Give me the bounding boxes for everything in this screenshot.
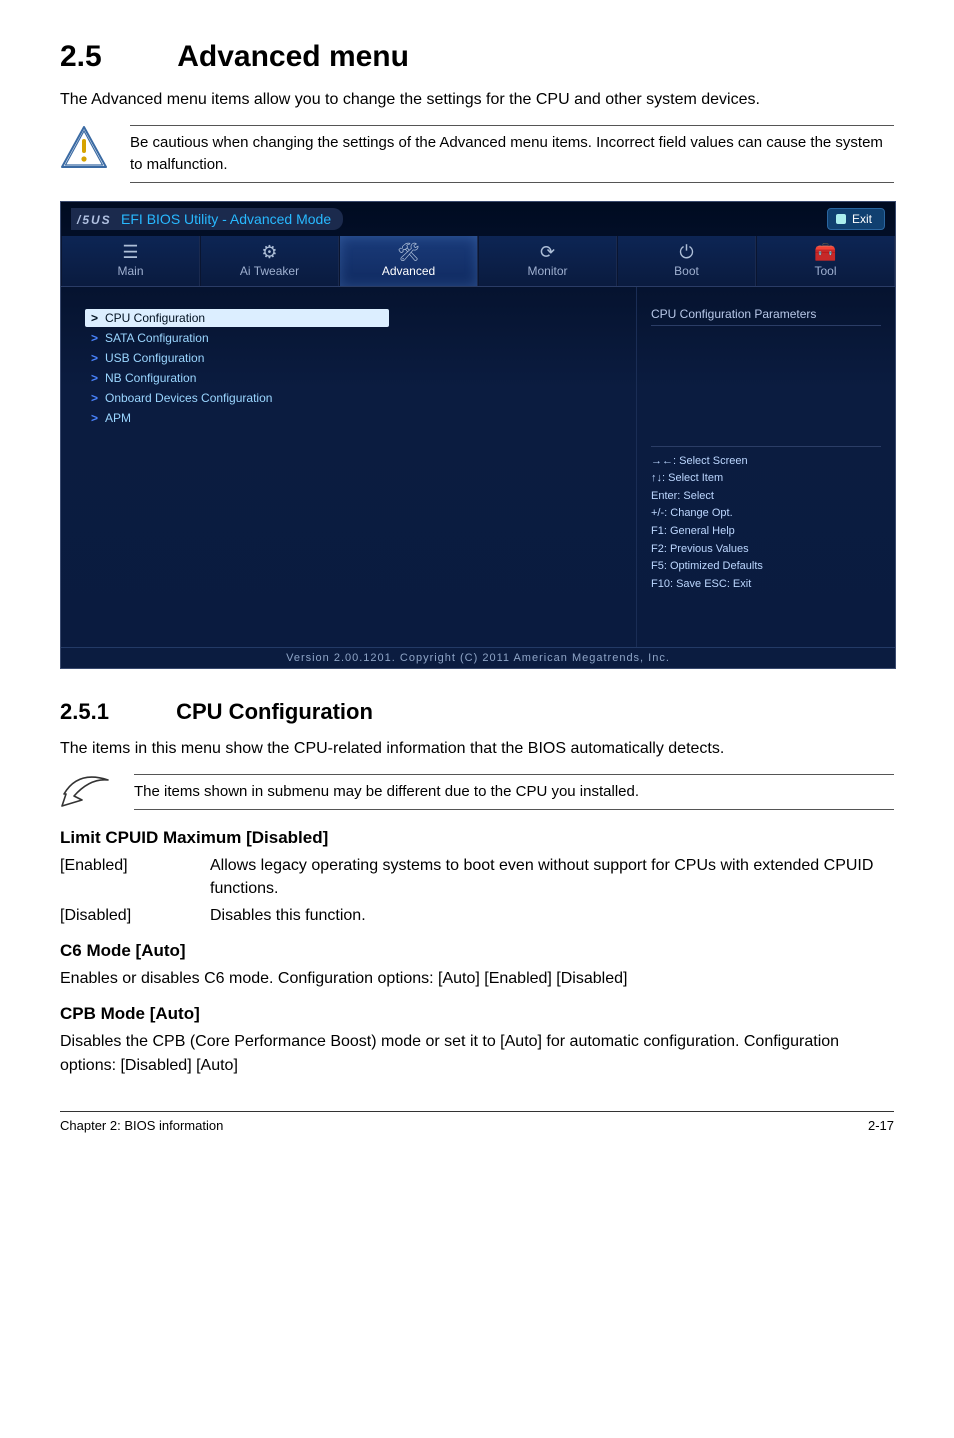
- main-icon: ☰: [62, 242, 199, 264]
- footer-right: 2-17: [868, 1118, 894, 1133]
- exit-button[interactable]: Exit: [827, 208, 885, 230]
- menu-cpu-configuration[interactable]: > CPU Configuration: [85, 309, 389, 327]
- warning-text: Be cautious when changing the settings o…: [130, 125, 894, 183]
- bios-body: > CPU Configuration > SATA Configuration…: [61, 287, 895, 647]
- exit-icon: [836, 214, 846, 224]
- option-heading-c6: C6 Mode [Auto]: [60, 941, 894, 961]
- help-line: ↑↓: Select Item: [651, 470, 881, 488]
- tab-label: Main: [62, 264, 199, 278]
- option-heading-limit-cpuid: Limit CPUID Maximum [Disabled]: [60, 828, 894, 848]
- option-text: Disables the CPB (Core Performance Boost…: [60, 1030, 894, 1076]
- document-page: 2.5 Advanced menu The Advanced menu item…: [0, 0, 954, 1438]
- bios-title-text: EFI BIOS Utility - Advanced Mode: [121, 211, 331, 227]
- bios-footer: Version 2.00.1201. Copyright (C) 2011 Am…: [61, 647, 895, 668]
- bios-help-panel: CPU Configuration Parameters →←: Select …: [636, 287, 895, 647]
- tab-label: Monitor: [479, 264, 616, 278]
- subsection-number: 2.5.1: [60, 699, 170, 725]
- bios-menu: > CPU Configuration > SATA Configuration…: [61, 287, 636, 647]
- help-title: CPU Configuration Parameters: [651, 307, 881, 326]
- bios-tabs: ☰ Main ⚙ Ai Tweaker 🛠 Advanced ⟳ Monitor…: [61, 236, 895, 287]
- tab-boot[interactable]: ⏻ Boot: [617, 236, 756, 286]
- bios-title: /5US EFI BIOS Utility - Advanced Mode: [71, 208, 343, 230]
- section-heading: 2.5 Advanced menu: [60, 40, 894, 74]
- bios-titlebar: /5US EFI BIOS Utility - Advanced Mode Ex…: [61, 202, 895, 236]
- help-line: F10: Save ESC: Exit: [651, 576, 881, 594]
- tab-tool[interactable]: 🧰 Tool: [756, 236, 895, 286]
- option-value: Allows legacy operating systems to boot …: [210, 854, 894, 900]
- option-row: [Disabled] Disables this function.: [60, 904, 894, 927]
- menu-usb-configuration[interactable]: > USB Configuration: [85, 349, 616, 367]
- tab-label: Ai Tweaker: [201, 264, 338, 278]
- note-icon: [60, 774, 112, 808]
- page-footer: Chapter 2: BIOS information 2-17: [60, 1111, 894, 1133]
- warning-callout: Be cautious when changing the settings o…: [60, 125, 894, 183]
- chevron-right-icon: >: [91, 331, 105, 345]
- menu-label: APM: [105, 411, 131, 425]
- option-key: [Disabled]: [60, 904, 210, 927]
- monitor-icon: ⟳: [479, 242, 616, 264]
- help-line: →←: Select Screen: [651, 453, 881, 471]
- bios-window: /5US EFI BIOS Utility - Advanced Mode Ex…: [60, 201, 896, 669]
- menu-label: USB Configuration: [105, 351, 204, 365]
- option-heading-cpb: CPB Mode [Auto]: [60, 1004, 894, 1024]
- tab-advanced[interactable]: 🛠 Advanced: [339, 236, 478, 286]
- menu-sata-configuration[interactable]: > SATA Configuration: [85, 329, 616, 347]
- section-number: 2.5: [60, 40, 170, 74]
- gear-icon: ⚙: [201, 242, 338, 264]
- option-key: [Enabled]: [60, 854, 210, 900]
- brand-logo: /5US: [77, 213, 112, 227]
- tab-monitor[interactable]: ⟳ Monitor: [478, 236, 617, 286]
- help-line: Enter: Select: [651, 488, 881, 506]
- menu-apm[interactable]: > APM: [85, 409, 616, 427]
- help-line: F1: General Help: [651, 523, 881, 541]
- subsection-title: CPU Configuration: [176, 699, 373, 724]
- menu-label: NB Configuration: [105, 371, 196, 385]
- note-text: The items shown in submenu may be differ…: [134, 774, 894, 810]
- tab-ai-tweaker[interactable]: ⚙ Ai Tweaker: [200, 236, 339, 286]
- help-line: F2: Previous Values: [651, 541, 881, 559]
- tab-main[interactable]: ☰ Main: [61, 236, 200, 286]
- menu-label: Onboard Devices Configuration: [105, 391, 272, 405]
- subsection-intro: The items in this menu show the CPU-rela…: [60, 737, 894, 760]
- power-icon: ⏻: [618, 242, 755, 264]
- chevron-right-icon: >: [91, 351, 105, 365]
- chevron-right-icon: >: [91, 391, 105, 405]
- tool-icon: 🛠: [340, 242, 477, 264]
- footer-left: Chapter 2: BIOS information: [60, 1118, 223, 1133]
- intro-text: The Advanced menu items allow you to cha…: [60, 88, 894, 111]
- tab-label: Advanced: [340, 264, 477, 278]
- menu-label: SATA Configuration: [105, 331, 209, 345]
- menu-label: CPU Configuration: [105, 311, 205, 325]
- subsection-heading: 2.5.1 CPU Configuration: [60, 699, 894, 725]
- chevron-right-icon: >: [91, 311, 105, 325]
- chevron-right-icon: >: [91, 371, 105, 385]
- option-row: [Enabled] Allows legacy operating system…: [60, 854, 894, 900]
- exit-label: Exit: [852, 212, 872, 226]
- option-value: Disables this function.: [210, 904, 894, 927]
- help-line: +/-: Change Opt.: [651, 505, 881, 523]
- menu-nb-configuration[interactable]: > NB Configuration: [85, 369, 616, 387]
- note-callout: The items shown in submenu may be differ…: [60, 774, 894, 810]
- tab-label: Tool: [757, 264, 894, 278]
- help-list: →←: Select Screen ↑↓: Select Item Enter:…: [651, 446, 881, 594]
- help-line: F5: Optimized Defaults: [651, 558, 881, 576]
- menu-onboard-devices[interactable]: > Onboard Devices Configuration: [85, 389, 616, 407]
- option-text: Enables or disables C6 mode. Configurati…: [60, 967, 894, 990]
- section-title: Advanced menu: [177, 40, 409, 73]
- toolbox-icon: 🧰: [757, 242, 894, 264]
- warning-icon: [60, 125, 108, 169]
- chevron-right-icon: >: [91, 411, 105, 425]
- tab-label: Boot: [618, 264, 755, 278]
